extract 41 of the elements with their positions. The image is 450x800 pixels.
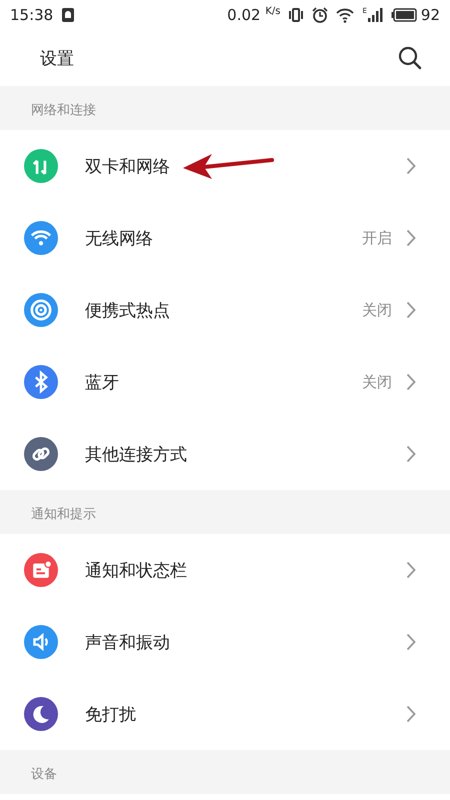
settings-item[interactable]: 声音和振动 [0, 606, 450, 678]
chevron-icon [406, 229, 416, 247]
wifi-icon [336, 7, 354, 23]
section-header: 网络和连接 [31, 102, 96, 119]
search-icon[interactable] [398, 46, 422, 70]
clock-time: 15:38 [10, 6, 54, 24]
item-label: 便携式热点 [85, 300, 170, 322]
battery-level: 92 [420, 6, 440, 24]
item-label: 蓝牙 [85, 372, 119, 394]
page-title: 设置 [40, 48, 74, 70]
chevron-icon [406, 633, 416, 651]
settings-item[interactable]: 通知和状态栏 [0, 534, 450, 606]
chevron-icon [406, 373, 416, 391]
settings-item[interactable]: 免打扰 [0, 678, 450, 750]
settings-item[interactable]: 其他连接方式 [0, 418, 450, 490]
item-label: 双卡和网络 [85, 156, 170, 178]
item-label: 声音和振动 [85, 632, 170, 654]
chevron-icon [406, 301, 416, 319]
item-status: 开启 [362, 228, 392, 248]
item-status: 关闭 [362, 300, 392, 320]
item-label: 其他连接方式 [85, 444, 187, 466]
settings-item[interactable]: 无线网络 开启 [0, 202, 450, 274]
item-label: 通知和状态栏 [85, 560, 187, 582]
section-header: 设备 [31, 766, 57, 783]
chevron-icon [406, 561, 416, 579]
alarm-icon [312, 7, 328, 23]
item-label: 无线网络 [85, 228, 153, 250]
item-status: 关闭 [362, 372, 392, 392]
chevron-icon [406, 705, 416, 723]
network-speed: 0.02 $^{K/s}$ [227, 6, 280, 24]
item-label: 免打扰 [85, 704, 136, 726]
settings-item[interactable]: 便携式热点 关闭 [0, 274, 450, 346]
signal-icon [366, 7, 383, 23]
chevron-icon [406, 157, 416, 175]
battery-icon [390, 7, 417, 23]
settings-item[interactable]: 蓝牙 关闭 [0, 346, 450, 418]
notification-icon [61, 7, 76, 23]
section-header: 通知和提示 [31, 506, 96, 523]
chevron-icon [406, 445, 416, 463]
vibrate-icon [288, 7, 304, 23]
settings-item[interactable]: 双卡和网络 [0, 130, 450, 202]
